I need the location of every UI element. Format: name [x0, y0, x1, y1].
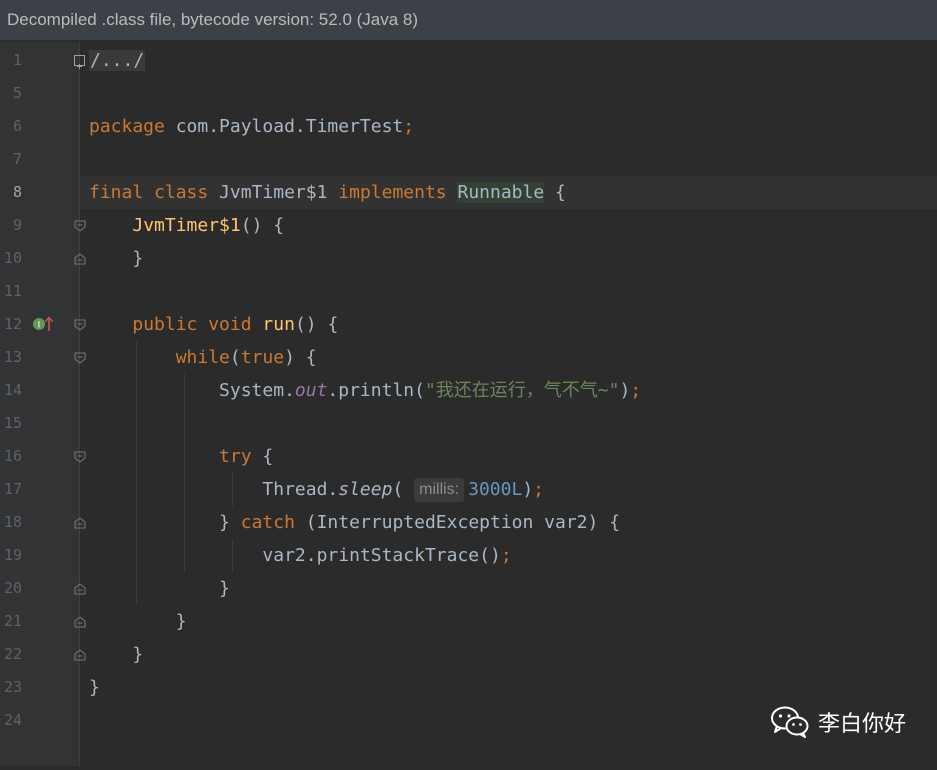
line-number: 5: [12, 84, 22, 102]
code-line-16[interactable]: try {: [80, 440, 937, 473]
code-line-5[interactable]: [80, 77, 937, 110]
line-number: 10: [3, 249, 22, 267]
code-line-12[interactable]: public void run() {: [80, 308, 937, 341]
line-number: 24: [3, 711, 22, 729]
line-number: 11: [3, 282, 22, 300]
line-number: 15: [3, 414, 22, 432]
line-number: 13: [3, 348, 22, 366]
code-line-18[interactable]: } catch (InterruptedException var2) {: [80, 506, 937, 539]
line-number: 23: [3, 678, 22, 696]
code-line-10[interactable]: }: [80, 242, 937, 275]
code-line-22[interactable]: }: [80, 638, 937, 671]
line-number: 20: [3, 579, 22, 597]
code-line-1[interactable]: /.../: [80, 44, 937, 77]
fold-end-icon[interactable]: [74, 253, 86, 265]
code-line-8[interactable]: final class JvmTimer$1 implements Runnab…: [80, 176, 937, 209]
svg-text:I: I: [38, 321, 41, 331]
line-number: 14: [3, 381, 22, 399]
fold-end-icon[interactable]: [74, 583, 86, 595]
watermark: 李白你好: [770, 700, 906, 744]
line-number: 19: [3, 546, 22, 564]
decompiled-banner: Decompiled .class file, bytecode version…: [0, 0, 937, 41]
line-number: 6: [12, 117, 22, 135]
fold-end-icon[interactable]: [74, 517, 86, 529]
code-line-6[interactable]: package com.Payload.TimerTest;: [80, 110, 937, 143]
line-number: 16: [3, 447, 22, 465]
watermark-text: 李白你好: [818, 711, 907, 736]
code-line-19[interactable]: var2.printStackTrace();: [80, 539, 937, 572]
code-editor[interactable]: 1 5 6 7 8 9 10 11 12 13 14 15 16 17 18 1…: [0, 42, 937, 766]
line-number: 7: [12, 150, 22, 168]
fold-start-icon[interactable]: [74, 220, 86, 232]
code-line-21[interactable]: }: [80, 605, 937, 638]
code-line-7[interactable]: [80, 143, 937, 176]
line-number: 21: [3, 612, 22, 630]
banner-text: Decompiled .class file, bytecode version…: [7, 10, 419, 29]
line-number: 17: [3, 480, 22, 498]
fold-end-icon[interactable]: [74, 616, 86, 628]
line-number: 12: [3, 315, 22, 333]
code-line-15[interactable]: [80, 407, 937, 440]
line-number: 8: [12, 183, 22, 201]
fold-end-icon[interactable]: [74, 649, 86, 661]
line-number: 18: [3, 513, 22, 531]
line-number: 9: [12, 216, 22, 234]
fold-start-icon[interactable]: [74, 319, 86, 331]
line-number: 22: [3, 645, 22, 663]
parameter-hint: millis:: [414, 478, 465, 502]
fold-start-icon[interactable]: [74, 352, 86, 364]
code-line-9[interactable]: JvmTimer$1() {: [80, 209, 937, 242]
code-line-20[interactable]: }: [80, 572, 937, 605]
collapsed-region[interactable]: /.../: [89, 50, 146, 71]
code-line-17[interactable]: Thread.sleep( millis: 3000L);: [80, 473, 937, 506]
fold-start-icon[interactable]: [74, 451, 86, 463]
code-line-14[interactable]: System.out.println("我还在运行，气不气~");: [80, 374, 937, 407]
line-number: 1: [12, 51, 22, 69]
code-line-11[interactable]: [80, 275, 937, 308]
implements-method-icon[interactable]: I: [32, 315, 56, 333]
wechat-icon: [771, 706, 809, 738]
expand-fold-icon[interactable]: [74, 55, 85, 69]
code-line-13[interactable]: while(true) {: [80, 341, 937, 374]
